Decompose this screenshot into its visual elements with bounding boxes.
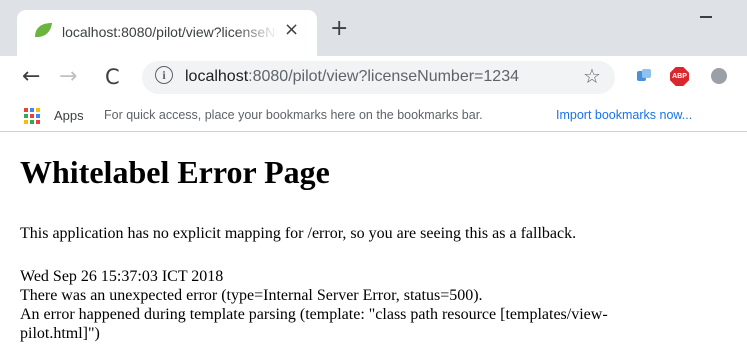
- error-detail-line-2: pilot.html]"): [20, 325, 100, 342]
- forward-icon[interactable]: →: [59, 65, 77, 89]
- url-text[interactable]: localhost:8080/pilot/view?licenseNumber=…: [185, 68, 519, 86]
- error-type: There was an unexpected error (type=Inte…: [20, 287, 483, 304]
- minimize-icon[interactable]: [700, 16, 712, 18]
- url-path: :8080/pilot/view?licenseNumber=1234: [248, 68, 519, 85]
- reload-icon[interactable]: C: [105, 65, 120, 89]
- globe-icon[interactable]: [711, 68, 727, 84]
- spring-leaf-icon: [35, 23, 52, 37]
- page-content: Whitelabel Error Page This application h…: [20, 150, 740, 342]
- apps-grid-icon[interactable]: [24, 108, 40, 124]
- extension-icon[interactable]: [636, 68, 652, 84]
- info-icon[interactable]: i: [155, 66, 173, 84]
- page-title: Whitelabel Error Page: [20, 154, 330, 190]
- url-host: localhost: [185, 68, 249, 85]
- error-detail-line-1: An error happened during template parsin…: [20, 306, 608, 323]
- close-icon[interactable]: ×: [284, 20, 299, 40]
- fallback-message: This application has no explicit mapping…: [20, 225, 577, 242]
- error-timestamp: Wed Sep 26 15:37:03 ICT 2018: [20, 268, 224, 285]
- import-bookmarks-link[interactable]: Import bookmarks now...: [556, 108, 692, 122]
- apps-label[interactable]: Apps: [54, 108, 84, 123]
- new-tab-icon[interactable]: +: [330, 18, 348, 40]
- tab-title: localhost:8080/pilot/view?licenseNumber=…: [62, 24, 278, 40]
- bookmarks-hint: For quick access, place your bookmarks h…: [104, 108, 483, 122]
- error-details: Wed Sep 26 15:37:03 ICT 2018 There was a…: [20, 267, 747, 343]
- bookmark-star-icon[interactable]: ☆: [583, 64, 601, 88]
- back-icon[interactable]: ←: [22, 65, 40, 89]
